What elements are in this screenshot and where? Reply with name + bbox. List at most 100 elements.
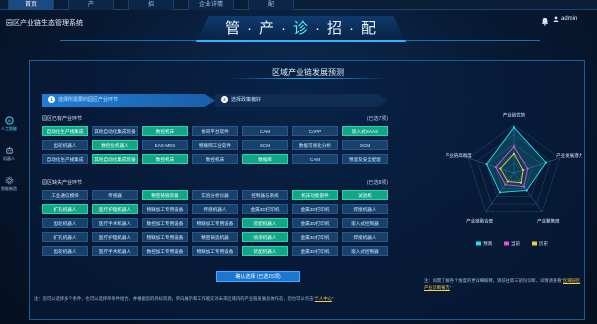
grid-cell[interactable]: 医疗手术机器人 bbox=[92, 246, 138, 256]
grid-cell[interactable]: 物联加工专用设备 bbox=[142, 232, 188, 242]
radar-axis-label: 产业链优势 bbox=[503, 111, 526, 118]
grid-cell[interactable]: 齿轮机器人 bbox=[42, 218, 88, 228]
grid-cell[interactable]: 其他自动化集成装备 bbox=[92, 154, 138, 164]
radar-axis-label: 产业发展潜力 bbox=[556, 152, 582, 159]
legend-swatch bbox=[476, 241, 481, 246]
grid-cell[interactable]: 数控机床 bbox=[192, 154, 238, 164]
radar-svg: 产业链优势产业发展潜力产业聚集度 产业链融合度 产业链高端度预测 当前 历史 bbox=[445, 111, 584, 247]
grid-cell[interactable]: 控制器与系统 bbox=[242, 190, 288, 200]
grid-cell[interactable]: 数据库 bbox=[242, 154, 288, 164]
note-left-text: 注：您可以选择多个条件，也可以选择单条件组合，并根据您的目标资源，单向展示和工作… bbox=[34, 296, 315, 301]
grid-cell[interactable]: 齿轮机器人 bbox=[42, 246, 88, 256]
note-left-link[interactable]: 个人中心 bbox=[315, 296, 332, 301]
step-label: 选择所需要的园区产业环节 bbox=[58, 97, 119, 103]
grid-cell[interactable]: 喷涂机器人 bbox=[242, 232, 288, 242]
grid-cell[interactable]: 数控机床 bbox=[142, 154, 188, 164]
radar-axis-label: 产业链高端度 bbox=[446, 152, 472, 159]
step-2[interactable]: 2 选择政策偏好 bbox=[215, 94, 388, 107]
grid-cell[interactable]: SCM bbox=[342, 140, 388, 150]
grid-cell[interactable]: 医疗手术机器人 bbox=[92, 218, 138, 228]
grid-cell[interactable]: 精密铸锻装备 bbox=[142, 190, 188, 200]
note-left: 注：您可以选择多个条件，也可以选择单条件组合，并根据您的目标资源，单向展示和工作… bbox=[34, 296, 334, 301]
grid-cell[interactable]: 物联加工专用设备 bbox=[192, 246, 238, 256]
grid-cell[interactable]: 医疗护理机器人 bbox=[92, 232, 138, 242]
grid-cell[interactable]: 焊接机器人 bbox=[342, 232, 388, 242]
title-char: 招 bbox=[327, 20, 344, 37]
nav-tab-home[interactable]: 首页 bbox=[8, 0, 54, 10]
gear-icon bbox=[5, 176, 13, 185]
nav-tab-zhao[interactable]: 招 bbox=[128, 0, 174, 10]
sidebar-item-smart-manufacturing[interactable]: 智能制造 bbox=[0, 176, 18, 202]
grid-cell[interactable]: 试验机 bbox=[342, 190, 388, 200]
grid-cell[interactable]: 嵌入式控制器 bbox=[342, 246, 388, 256]
grid-cell[interactable]: 金属3D打印机 bbox=[292, 204, 338, 214]
legend-swatch bbox=[504, 241, 509, 246]
radar-point bbox=[525, 189, 528, 192]
user-menu[interactable]: admin bbox=[553, 16, 577, 22]
missing-count: (已选8项) bbox=[366, 180, 388, 186]
grid-cell[interactable]: 物联加工专用设备 bbox=[142, 204, 188, 214]
confirm-button[interactable]: 确认选择 (已选15项) bbox=[216, 271, 300, 282]
missing-section: 园区缺失产业环节 (已选8项) 工业通信模块 传感器 精密铸锻装备 实验分析仪器 控制器… bbox=[42, 178, 388, 256]
radar-point bbox=[499, 167, 502, 170]
grid-cell[interactable]: 数控加工专用设备 bbox=[142, 246, 188, 256]
grid-cell[interactable]: 金属3D打印机 bbox=[292, 246, 338, 256]
grid-cell[interactable]: 数据可视化分析 bbox=[292, 140, 338, 150]
grid-cell[interactable]: 扩孔机器人 bbox=[42, 204, 88, 214]
grid-cell[interactable]: 焊接机器人 bbox=[342, 204, 388, 214]
radar-point bbox=[526, 167, 529, 170]
step-1[interactable]: 1 选择所需要的园区产业环节 bbox=[42, 94, 215, 107]
grid-cell[interactable]: CAM bbox=[292, 154, 338, 164]
title-char: 配 bbox=[361, 20, 378, 37]
grid-cell[interactable]: 装配机器人 bbox=[242, 218, 288, 228]
grid-cell[interactable]: 金属3D打印机 bbox=[242, 204, 288, 214]
grid-cell[interactable]: 自动化生产线集成 bbox=[42, 154, 88, 164]
grid-cell[interactable]: 机床功能部件 bbox=[292, 190, 338, 200]
nav-tab-chan[interactable]: 产 bbox=[68, 0, 114, 10]
grid-cell[interactable]: 实验分析仪器 bbox=[192, 190, 238, 200]
sidebar-item-robot[interactable]: 机器人 bbox=[0, 146, 18, 172]
bell-icon[interactable] bbox=[541, 17, 549, 26]
existing-header: 园区已有产业环节 (已选7项) bbox=[42, 114, 388, 124]
radar-point bbox=[512, 126, 516, 129]
svg-text:AI: AI bbox=[7, 119, 10, 123]
grid-cell[interactable]: 嵌入式控制器 bbox=[342, 218, 388, 228]
grid-cell[interactable]: 工业通信模块 bbox=[42, 190, 88, 200]
grid-cell[interactable]: 齿轮机器人 bbox=[42, 140, 88, 150]
grid-cell[interactable]: 装配机器人 bbox=[242, 246, 288, 256]
grid-cell[interactable]: 物联网工业软件 bbox=[192, 140, 238, 150]
grid-cell[interactable]: 传感机器人 bbox=[192, 204, 238, 214]
grid-cell[interactable]: 数控加工专用设备 bbox=[142, 218, 188, 228]
grid-cell[interactable]: 精密铸造机器 bbox=[192, 232, 238, 242]
grid-cell[interactable]: 医疗护理机器人 bbox=[92, 204, 138, 214]
grid-cell[interactable]: 协同平台软件 bbox=[192, 126, 238, 136]
grid-cell[interactable]: 物联加工专用设备 bbox=[192, 218, 238, 228]
grid-cell[interactable]: 传感器 bbox=[92, 190, 138, 200]
radar-point bbox=[512, 152, 516, 155]
step-bar: 1 选择所需要的园区产业环节 2 选择政策偏好 bbox=[42, 94, 388, 107]
grid-cell[interactable]: 数控机床 bbox=[142, 126, 188, 136]
grid-cell[interactable]: 扩孔机器人 bbox=[42, 232, 88, 242]
grid-cell[interactable]: 其他自动化集成装备 bbox=[92, 126, 138, 136]
existing-label: 园区已有产业环节 bbox=[42, 116, 83, 122]
grid-cell[interactable]: SCM bbox=[242, 140, 288, 150]
grid-cell[interactable]: CAPP bbox=[292, 126, 338, 136]
top-nav: 首页 产 招 企业详情 配 bbox=[0, 0, 597, 10]
title-char: 管 bbox=[224, 20, 241, 37]
grid-cell[interactable]: 自动化生产线集成 bbox=[42, 126, 88, 136]
sidebar-item-ai[interactable]: AI 人工智能 bbox=[0, 116, 18, 142]
grid-cell[interactable]: 嵌入式SAAS bbox=[342, 126, 388, 136]
grid-cell[interactable]: 金属3D打印机 bbox=[292, 218, 338, 228]
radar-point bbox=[506, 180, 509, 183]
grid-cell[interactable]: CAM bbox=[242, 126, 288, 136]
nav-tab-company[interactable]: 企业详情 bbox=[188, 0, 234, 10]
grid-cell[interactable]: EAS-MES bbox=[142, 140, 188, 150]
grid-cell[interactable]: 金属3D打印机 bbox=[292, 232, 338, 242]
legend-label: 预测 bbox=[483, 240, 492, 247]
nav-tab-pei[interactable]: 配 bbox=[248, 0, 294, 10]
title-dot: · bbox=[246, 20, 253, 37]
ai-icon: AI bbox=[4, 116, 14, 125]
panel-title-underline bbox=[230, 78, 386, 79]
grid-cell[interactable]: 预混及安全配套 bbox=[342, 154, 388, 164]
grid-cell[interactable]: 数控化机器人 bbox=[92, 140, 138, 150]
